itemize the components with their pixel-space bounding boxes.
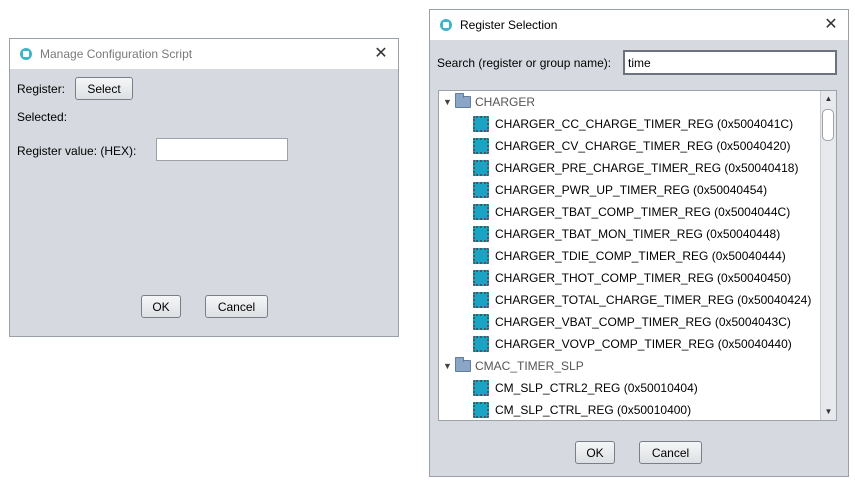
tree-register-label: CHARGER_TDIE_COMP_TIMER_REG (0x50040444) (495, 249, 786, 263)
tree-register-label: CM_SLP_CTRL2_REG (0x50010404) (495, 381, 698, 395)
tree-register-label: CHARGER_VOVP_COMP_TIMER_REG (0x50040440) (495, 337, 792, 351)
tree-register-row[interactable]: CHARGER_TOTAL_CHARGE_TIMER_REG (0x500404… (473, 289, 811, 311)
tree-register-row[interactable]: CM_SLP_CTRL_REG (0x50010400) (473, 399, 692, 420)
tree-group-row[interactable]: ▼ CMAC_TIMER_SLP (443, 355, 584, 377)
chip-icon (473, 182, 489, 198)
tree-register-label: CHARGER_CC_CHARGE_TIMER_REG (0x5004041C) (495, 117, 794, 131)
register-selection-dialog: Register Selection ✕ Search (register or… (429, 9, 849, 477)
tree-register-label: CHARGER_TBAT_MON_TIMER_REG (0x50040448) (495, 227, 781, 241)
register-value-label: Register value: (HEX): (17, 144, 137, 158)
app-icon (440, 19, 452, 31)
chip-icon (473, 226, 489, 242)
folder-icon (455, 357, 471, 372)
tree-register-row[interactable]: CHARGER_VOVP_COMP_TIMER_REG (0x50040440) (473, 333, 792, 355)
cancel-button[interactable]: Cancel (639, 441, 702, 464)
register-value-input[interactable] (156, 138, 288, 161)
chip-icon (473, 160, 489, 176)
triangle-down-icon[interactable]: ▼ (443, 361, 453, 371)
cancel-button[interactable]: Cancel (205, 295, 268, 318)
tree-register-row[interactable]: CHARGER_CC_CHARGE_TIMER_REG (0x5004041C) (473, 113, 793, 135)
chip-icon (473, 248, 489, 264)
tree-register-row[interactable]: CHARGER_PWR_UP_TIMER_REG (0x50040454) (473, 179, 767, 201)
manage-dialog-title: Manage Configuration Script (40, 47, 193, 61)
tree-register-row[interactable]: CHARGER_PRE_CHARGE_TIMER_REG (0x50040418… (473, 157, 798, 179)
tree-register-label: CHARGER_THOT_COMP_TIMER_REG (0x50040450) (495, 271, 792, 285)
close-icon[interactable]: ✕ (372, 45, 390, 63)
tree-register-label: CM_SLP_CTRL_REG (0x50010400) (495, 403, 692, 417)
tree-register-label: CHARGER_CV_CHARGE_TIMER_REG (0x50040420) (495, 139, 791, 153)
register-tree[interactable]: ▼ CHARGER CHARGER_CC_CHARGE_TIMER_REG (0x5… (438, 90, 837, 421)
vertical-scrollbar[interactable]: ▲ ▼ (820, 91, 836, 420)
tree-register-row[interactable]: CHARGER_TDIE_COMP_TIMER_REG (0x50040444) (473, 245, 786, 267)
register-dialog-title: Register Selection (460, 18, 558, 32)
register-label: Register: (17, 82, 66, 96)
manage-dialog-titlebar: Manage Configuration Script ✕ (10, 39, 398, 69)
scroll-up-icon[interactable]: ▲ (821, 91, 836, 107)
tree-group-row[interactable]: ▼ CHARGER (443, 91, 535, 113)
selected-label: Selected: (17, 110, 68, 124)
tree-group-label: CMAC_TIMER_SLP (475, 359, 584, 373)
search-input[interactable] (623, 50, 837, 75)
chip-icon (473, 336, 489, 352)
select-register-button[interactable]: Select (75, 77, 133, 100)
tree-register-row[interactable]: CHARGER_VBAT_COMP_TIMER_REG (0x5004043C) (473, 311, 791, 333)
tree-register-row[interactable]: CM_SLP_CTRL2_REG (0x50010404) (473, 377, 698, 399)
tree-register-label: CHARGER_PWR_UP_TIMER_REG (0x50040454) (495, 183, 768, 197)
close-icon[interactable]: ✕ (822, 16, 840, 34)
chip-icon (473, 138, 489, 154)
manage-configuration-dialog: Manage Configuration Script ✕ Register: … (9, 38, 399, 337)
chip-icon (473, 292, 489, 308)
tree-register-label: CHARGER_VBAT_COMP_TIMER_REG (0x5004043C) (495, 315, 791, 329)
chip-icon (473, 402, 489, 418)
tree-register-row[interactable]: CHARGER_THOT_COMP_TIMER_REG (0x50040450) (473, 267, 791, 289)
app-icon (20, 48, 32, 60)
triangle-down-icon[interactable]: ▼ (443, 97, 453, 107)
tree-register-label: CHARGER_PRE_CHARGE_TIMER_REG (0x50040418… (495, 161, 799, 175)
tree-register-row[interactable]: CHARGER_TBAT_COMP_TIMER_REG (0x5004044C) (473, 201, 790, 223)
register-dialog-titlebar: Register Selection ✕ (430, 10, 848, 40)
search-label: Search (register or group name): (437, 56, 612, 70)
tree-register-row[interactable]: CHARGER_TBAT_MON_TIMER_REG (0x50040448) (473, 223, 780, 245)
tree-register-label: CHARGER_TOTAL_CHARGE_TIMER_REG (0x500404… (495, 293, 812, 307)
chip-icon (473, 116, 489, 132)
chip-icon (473, 380, 489, 396)
ok-button[interactable]: OK (575, 441, 615, 464)
tree-register-label: CHARGER_TBAT_COMP_TIMER_REG (0x5004044C) (495, 205, 791, 219)
folder-icon (455, 93, 471, 108)
tree-register-row[interactable]: CHARGER_CV_CHARGE_TIMER_REG (0x50040420) (473, 135, 790, 157)
chip-icon (473, 314, 489, 330)
scroll-down-icon[interactable]: ▼ (821, 404, 836, 420)
tree-group-label: CHARGER (475, 95, 536, 109)
chip-icon (473, 204, 489, 220)
scroll-thumb[interactable] (822, 109, 834, 141)
chip-icon (473, 270, 489, 286)
ok-button[interactable]: OK (141, 295, 181, 318)
